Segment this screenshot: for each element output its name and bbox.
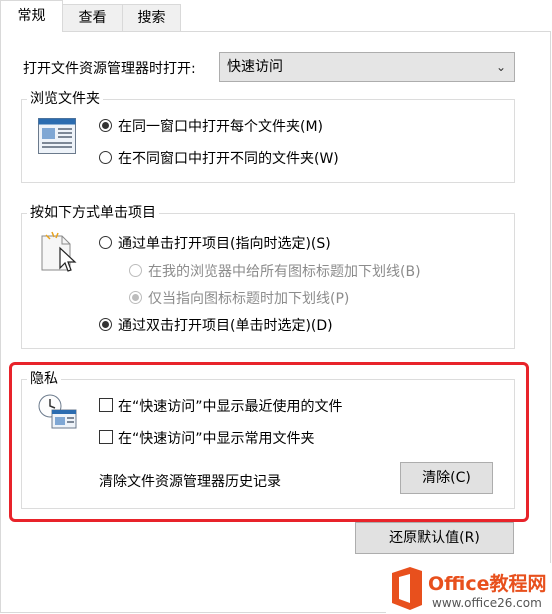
underline-all-radio[interactable]: [129, 264, 142, 277]
double-click-radio[interactable]: [99, 318, 112, 331]
underline-point-label: 仅当指向图标标题时加下划线(P): [148, 291, 350, 307]
tab-view[interactable]: 查看: [62, 4, 123, 31]
browse-folders-group: [21, 99, 515, 183]
single-click-radio[interactable]: [99, 236, 112, 249]
tab-general-label: 常规: [17, 8, 46, 24]
open-explorer-value: 快速访问: [227, 59, 283, 75]
browse-folders-title: 浏览文件夹: [27, 91, 103, 107]
click-cursor-icon: [41, 231, 77, 272]
logo-brand-text: Office教程网: [428, 572, 547, 595]
same-window-label: 在同一窗口中打开每个文件夹(M): [118, 119, 324, 135]
privacy-highlight-box: [9, 362, 529, 522]
underline-point-radio[interactable]: [129, 291, 142, 304]
open-explorer-label: 打开文件资源管理器时打开:: [23, 61, 196, 77]
tab-search[interactable]: 搜索: [122, 4, 181, 31]
same-window-radio[interactable]: [99, 119, 112, 132]
tab-search-label: 搜索: [137, 10, 166, 26]
restore-defaults-button[interactable]: 还原默认值(R): [355, 522, 514, 554]
folder-window-icon: [38, 118, 76, 154]
tab-view-label: 查看: [78, 10, 107, 26]
tab-general[interactable]: 常规: [0, 0, 63, 32]
logo-url-text: www.office26.com: [432, 596, 542, 610]
tab-strip: 常规 查看 搜索: [0, 0, 552, 32]
new-window-radio[interactable]: [99, 151, 112, 164]
underline-all-label: 在我的浏览器中给所有图标标题加下划线(B): [148, 264, 421, 280]
single-click-label: 通过单击打开项目(指向时选定)(S): [118, 236, 331, 252]
office-tutorial-logo: Office教程网 www.office26.com: [386, 563, 552, 614]
open-explorer-dropdown[interactable]: 快速访问 ⌄: [219, 52, 515, 82]
new-window-label: 在不同窗口中打开不同的文件夹(W): [118, 151, 339, 167]
restore-defaults-label: 还原默认值(R): [389, 530, 480, 546]
click-items-title: 按如下方式单击项目: [27, 205, 159, 221]
double-click-label: 通过双击打开项目(单击时选定)(D): [118, 318, 333, 334]
chevron-down-icon: ⌄: [495, 60, 506, 74]
